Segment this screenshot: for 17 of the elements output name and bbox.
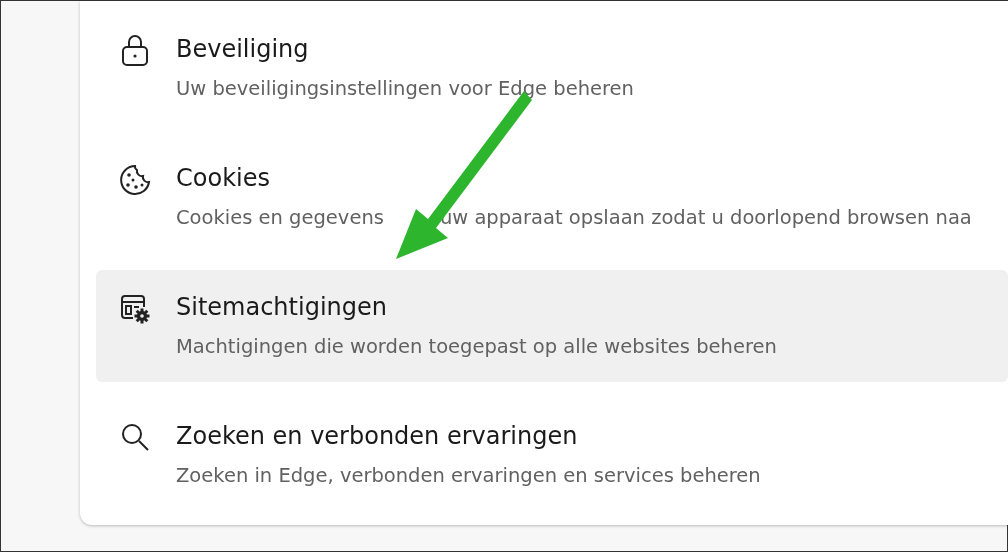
item-title: Cookies bbox=[176, 163, 271, 193]
item-title: Beveiliging bbox=[176, 34, 310, 64]
settings-item[interactable]: Sitemachtigingen Machtigingen die worden toegepast op alle websites beheren bbox=[96, 270, 1008, 382]
browser-gear-icon bbox=[118, 292, 152, 326]
item-description: Machtigingen die worden toegepast op alle websites beheren bbox=[176, 334, 777, 360]
item-title: Zoeken en verbonden ervaringen bbox=[176, 421, 579, 451]
settings-item[interactable]: Beveiliging Uw beveiligingsinstellingen voor Edge beheren bbox=[96, 12, 1008, 124]
item-description: Uw beveiligingsinstellingen voor Edge beheren bbox=[176, 76, 634, 102]
item-title: Sitemachtigingen bbox=[176, 292, 388, 322]
cookie-icon bbox=[118, 163, 152, 197]
settings-item[interactable]: Zoeken en verbonden ervaringen Zoeken in Edge, verbonden ervaringen en services beheren bbox=[96, 399, 1008, 511]
settings-item[interactable]: Cookies Cookies en gegevens uw apparaat opslaan zodat u doorlopend browsen naa bbox=[96, 141, 1008, 253]
item-description: Zoeken in Edge, verbonden ervaringen en services beheren bbox=[176, 463, 761, 489]
item-description: Cookies en gegevens bbox=[176, 205, 384, 231]
item-description: uw apparaat opslaan zodat u doorlopend browsen naa bbox=[439, 205, 972, 231]
lock-icon bbox=[120, 34, 150, 68]
search-icon bbox=[119, 421, 151, 453]
